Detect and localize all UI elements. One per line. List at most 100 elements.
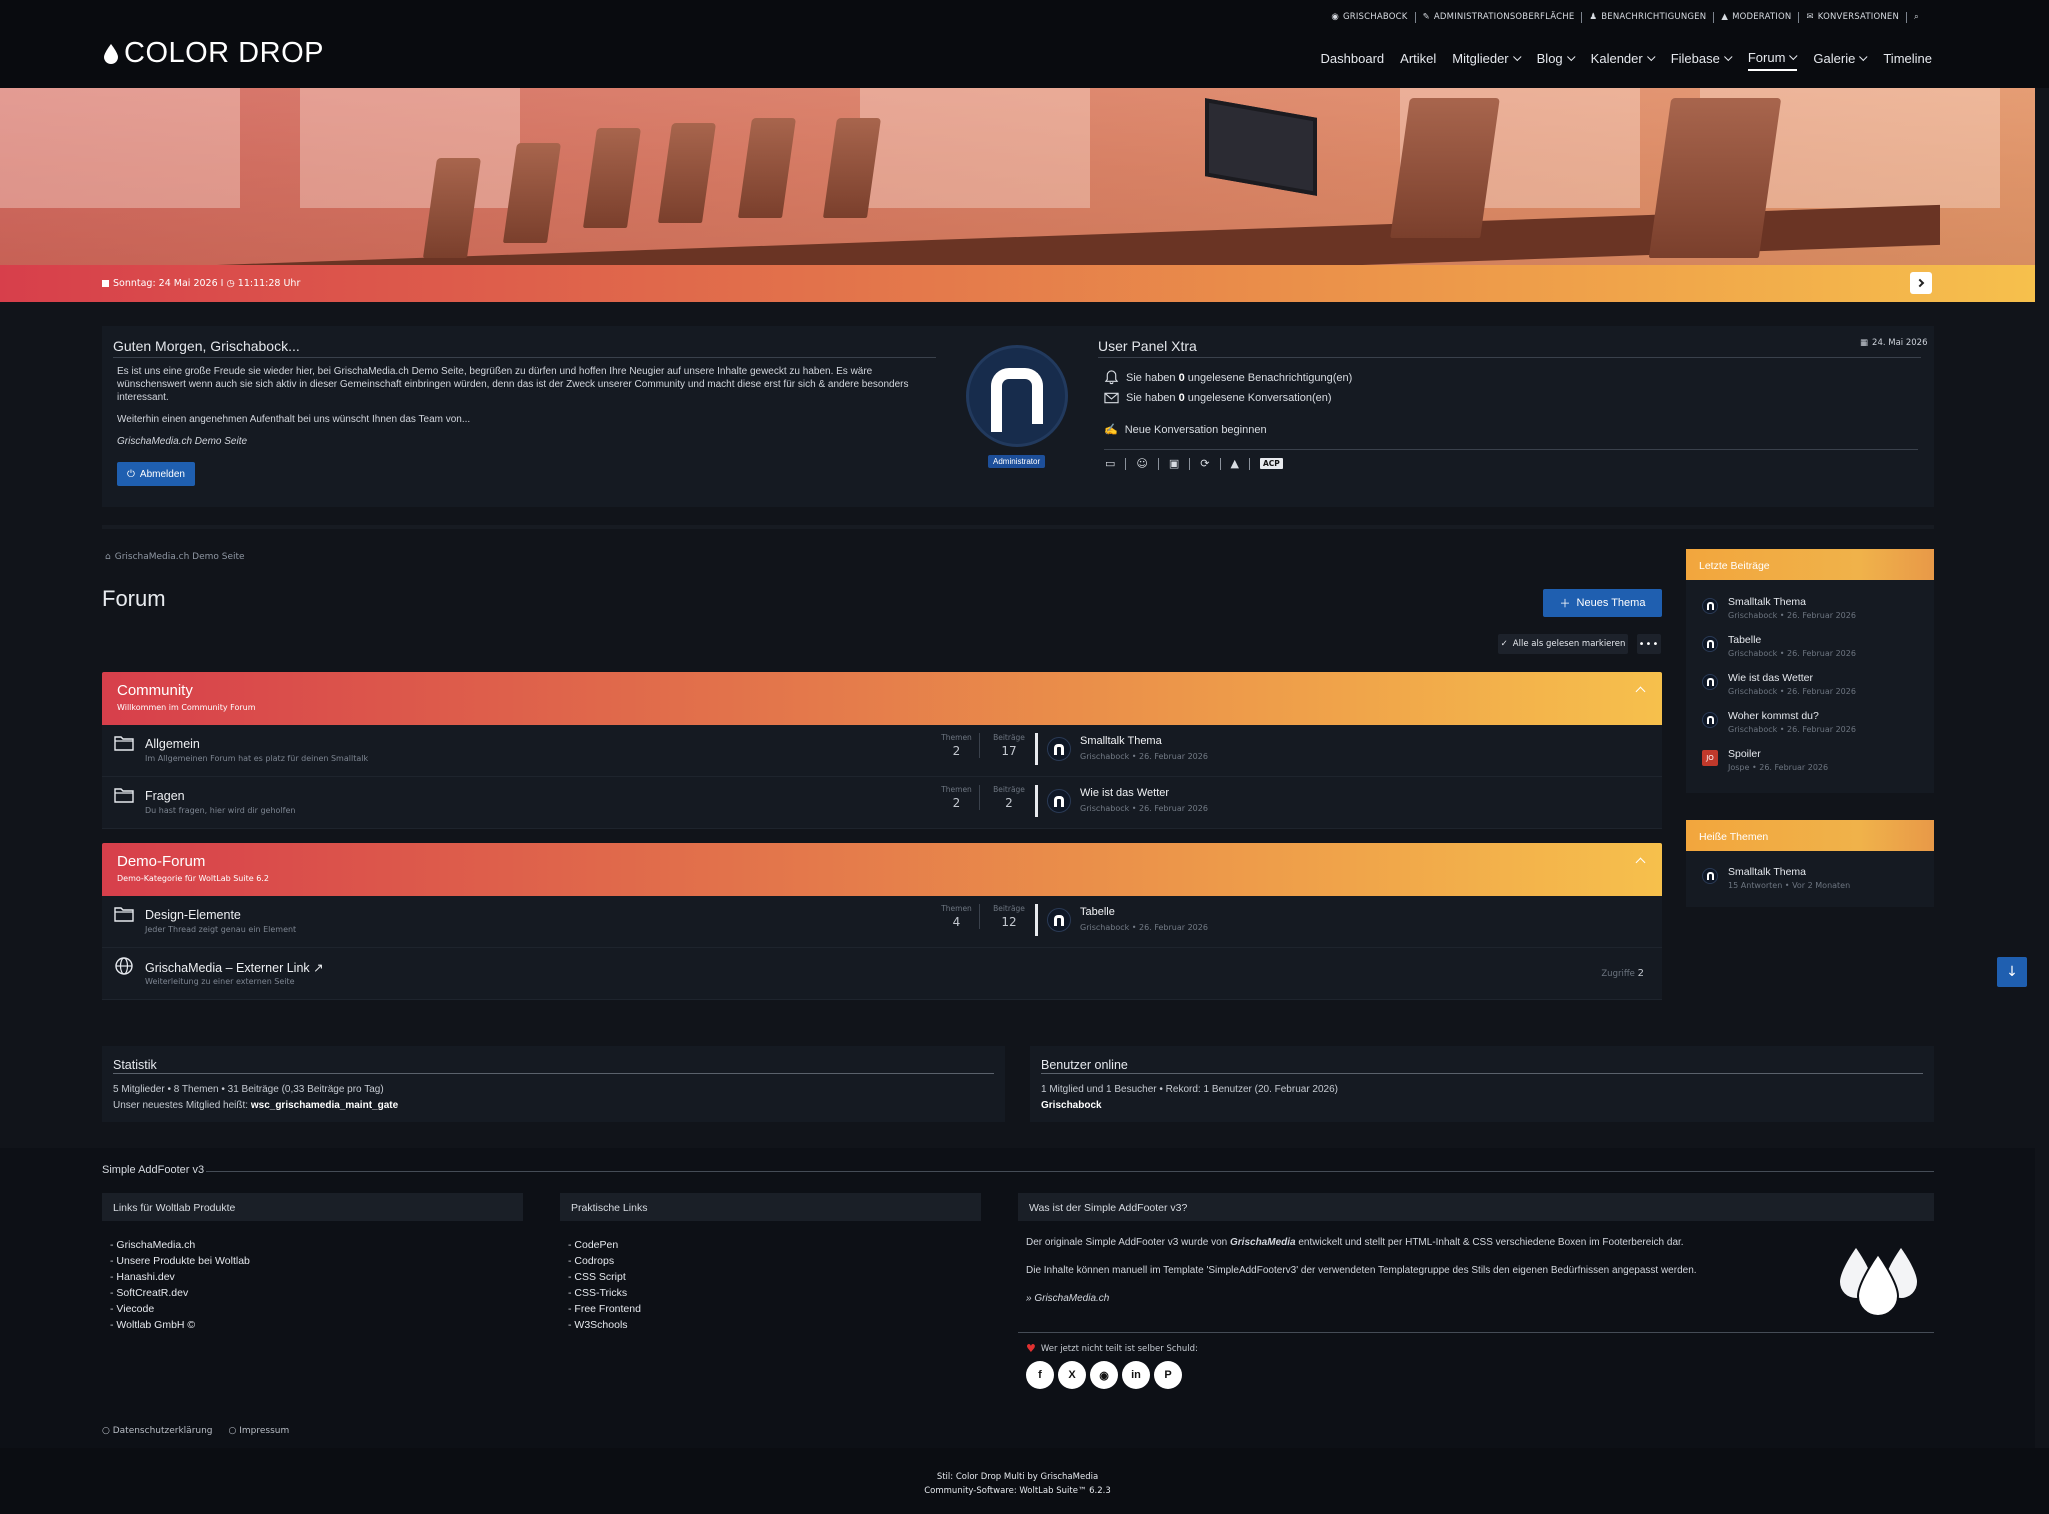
- folder-icon: [114, 736, 134, 751]
- user-menu[interactable]: ◉ GRISCHABOCK: [1324, 12, 1416, 23]
- footer-title: Simple AddFooter v3: [102, 1164, 205, 1176]
- acp-button[interactable]: ACP: [1259, 458, 1283, 469]
- chevron-up-icon[interactable]: [1635, 857, 1646, 868]
- chevron-up-icon[interactable]: [1635, 686, 1646, 697]
- nav-timeline[interactable]: Timeline: [1883, 50, 1932, 71]
- next-button[interactable]: [1910, 272, 1932, 294]
- divider: [1018, 1332, 1934, 1333]
- scroll-down-button[interactable]: ↓: [1997, 957, 2027, 987]
- users-online-box: Benutzer online 1 Mitglied und 1 Besuche…: [1030, 1046, 1934, 1122]
- breadcrumb[interactable]: ⌂ GrischaMedia.ch Demo Seite: [105, 552, 245, 562]
- divider: [113, 357, 936, 358]
- user-panel-tools: ▭ ☺ ▣ ⟳ ▲ ACP: [1105, 457, 1283, 470]
- sidebar-latest-header: Letzte Beiträge: [1686, 549, 1934, 580]
- warning-icon[interactable]: ▲: [1231, 457, 1239, 470]
- share-buttons: f X ◉ in P: [1026, 1361, 1182, 1389]
- wrench-icon: ✎: [1422, 12, 1430, 22]
- nav-artikel[interactable]: Artikel: [1400, 50, 1436, 71]
- calendar-icon: ▦: [1860, 338, 1869, 348]
- nav-dashboard[interactable]: Dashboard: [1321, 50, 1385, 71]
- arrow-down-icon: ↓: [2006, 964, 2018, 980]
- avatar[interactable]: [1047, 737, 1071, 761]
- warning-icon: ▲: [1721, 12, 1729, 22]
- nav-forum[interactable]: Forum: [1747, 50, 1798, 71]
- drop-icon: [104, 43, 118, 64]
- more-options-button[interactable]: •••: [1637, 634, 1661, 654]
- comments-icon: ✉: [1806, 12, 1814, 22]
- list-item[interactable]: Woher kommst du? Grischabock • 26. Februa…: [1702, 710, 1856, 734]
- avatar[interactable]: [1047, 789, 1071, 813]
- user-cog-icon[interactable]: ☺: [1136, 457, 1147, 470]
- grischamedia-link[interactable]: » GrischaMedia.ch: [1026, 1293, 1109, 1304]
- facebook-icon[interactable]: f: [1026, 1361, 1054, 1389]
- sidebar-hot-header: Heiße Themen: [1686, 820, 1934, 851]
- last-post-link[interactable]: Wie ist das Wetter: [1080, 787, 1169, 799]
- acp-link[interactable]: ✎ ADMINISTRATIONSOBERFLÄCHE: [1416, 12, 1583, 23]
- search-button[interactable]: ⌕: [1907, 12, 1926, 23]
- list-item[interactable]: Tabelle Grischabock • 26. Februar 2026: [1702, 634, 1856, 658]
- list-item[interactable]: Wie ist das Wetter Grischabock • 26. Febr…: [1702, 672, 1856, 696]
- notifications-link[interactable]: ♟ BENACHRICHTIGUNGEN: [1582, 12, 1715, 23]
- user-panel-date: ▦ 24. Mai 2026: [1860, 338, 1928, 348]
- refresh-icon[interactable]: ⟳: [1200, 457, 1209, 470]
- reddit-icon[interactable]: ◉: [1090, 1361, 1118, 1389]
- nav-galerie[interactable]: Galerie: [1813, 50, 1868, 71]
- topics-count: Themen 2: [934, 785, 980, 810]
- category-header[interactable]: Community Willkommen im Community Forum: [102, 672, 1662, 725]
- pinterest-icon[interactable]: P: [1154, 1361, 1182, 1389]
- imprint-link[interactable]: Impressum: [229, 1426, 289, 1436]
- date-bar: Sonntag: 24 Mai 2026 I ◷ 11:11:28 Uhr: [0, 265, 2035, 302]
- drops-icon: [1840, 1248, 1917, 1317]
- logout-button[interactable]: ⏻ Abmelden: [117, 462, 195, 486]
- new-conversation-link[interactable]: ✍ Neue Konversation beginnen: [1104, 423, 1267, 437]
- last-post-link[interactable]: Tabelle: [1080, 906, 1115, 918]
- newest-member-link[interactable]: wsc_grischamedia_maint_gate: [251, 1100, 398, 1111]
- brand-link[interactable]: GrischaMedia: [1230, 1237, 1296, 1248]
- conversations-link[interactable]: ✉ KONVERSATIONEN: [1799, 12, 1908, 23]
- privacy-link[interactable]: Datenschutzerklärung: [102, 1426, 213, 1436]
- avatar[interactable]: [966, 345, 1068, 447]
- x-twitter-icon[interactable]: X: [1058, 1361, 1086, 1389]
- id-card-icon[interactable]: ▭: [1105, 457, 1115, 470]
- envelope-icon: [1104, 392, 1119, 404]
- nav-mitglieder[interactable]: Mitglieder: [1452, 50, 1522, 71]
- posts-count: Beiträge 12: [993, 904, 1025, 929]
- avatar[interactable]: [1047, 908, 1071, 932]
- notifications-row[interactable]: Sie haben 0 ungelesene Benachrichtigung(…: [1104, 370, 1352, 385]
- chevron-down-icon: [1723, 52, 1733, 61]
- nav-filebase[interactable]: Filebase: [1671, 50, 1733, 71]
- conversations-row[interactable]: Sie haben 0 ungelesene Konversation(en): [1104, 392, 1332, 404]
- online-user-link[interactable]: Grischabock: [1041, 1100, 1102, 1111]
- avatar: [1702, 636, 1718, 652]
- external-link-row[interactable]: GrischaMedia – Externer Link ↗ Weiterlei…: [102, 948, 1662, 1000]
- nav-kalender[interactable]: Kalender: [1591, 50, 1656, 71]
- folder-icon: [114, 907, 134, 922]
- chevron-right-icon: [1915, 278, 1924, 288]
- folder-icon: [114, 788, 134, 803]
- site-logo[interactable]: COLOR DROP: [104, 37, 324, 70]
- user-circle-icon: ◉: [1331, 12, 1339, 22]
- globe-icon: [115, 957, 133, 975]
- avatar: JO: [1702, 750, 1718, 766]
- sidebar-hot-topics: Smalltalk Thema 15 Antworten • Vor 2 Mona…: [1686, 851, 1934, 907]
- board-row[interactable]: Allgemein Im Allgemeinen Forum hat es pl…: [102, 725, 1662, 777]
- new-topic-button[interactable]: ＋ Neues Thema: [1543, 589, 1662, 617]
- image-icon[interactable]: ▣: [1169, 457, 1179, 470]
- nav-blog[interactable]: Blog: [1537, 50, 1576, 71]
- avatar: [1702, 868, 1718, 884]
- power-icon: ⏻: [127, 468, 135, 480]
- topics-count: Themen 2: [934, 733, 980, 758]
- mark-all-read-button[interactable]: ✓ Alle als gelesen markieren: [1498, 634, 1628, 654]
- linkedin-icon[interactable]: in: [1122, 1361, 1150, 1389]
- chevron-down-icon: [1512, 52, 1522, 61]
- list-item[interactable]: Smalltalk Thema 15 Antworten • Vor 2 Mona…: [1702, 866, 1850, 890]
- list-item[interactable]: JO Spoiler Jospe • 26. Februar 2026: [1702, 748, 1828, 772]
- list-item[interactable]: Smalltalk Thema Grischabock • 26. Februar…: [1702, 596, 1856, 620]
- moderation-link[interactable]: ▲ MODERATION: [1714, 12, 1800, 23]
- sidebar-latest-posts: Smalltalk Thema Grischabock • 26. Februar…: [1686, 580, 1934, 793]
- board-row[interactable]: Fragen Du hast fragen, hier wird dir geh…: [102, 777, 1662, 829]
- category-header[interactable]: Demo-Forum Demo-Kategorie für WoltLab Su…: [102, 843, 1662, 896]
- divider: [1104, 449, 1918, 450]
- board-row[interactable]: Design-Elemente Jeder Thread zeigt genau…: [102, 896, 1662, 948]
- last-post-link[interactable]: Smalltalk Thema: [1080, 735, 1162, 747]
